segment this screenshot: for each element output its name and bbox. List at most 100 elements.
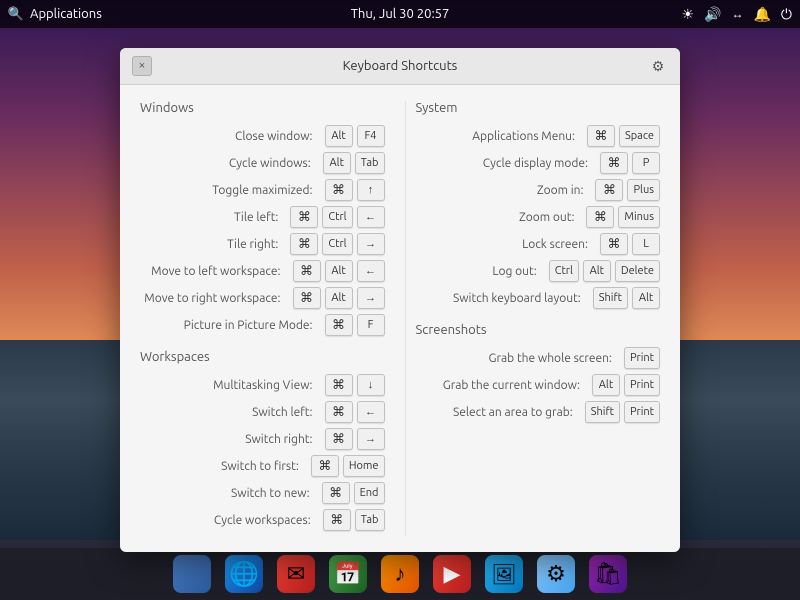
key-l: L: [632, 233, 660, 255]
dialog-content: Windows Close window: Alt F4 Cycle windo…: [120, 85, 680, 552]
key-f: F: [357, 314, 385, 336]
shortcut-row: Move to right workspace: ⌘ Alt →: [140, 287, 385, 309]
shortcut-label: Zoom in:: [416, 184, 592, 197]
key-super: ⌘: [325, 428, 353, 450]
key-p: P: [632, 152, 660, 174]
shortcut-label: Grab the current window:: [416, 379, 588, 392]
shortcut-row: Zoom in: ⌘ Plus: [416, 179, 661, 201]
key-ctrl: Ctrl: [322, 206, 352, 228]
key-super: ⌘: [586, 206, 614, 228]
dialog-backdrop: × Keyboard Shortcuts ⚙ Windows Close win…: [0, 0, 800, 600]
shortcut-row: Applications Menu: ⌘ Space: [416, 125, 661, 147]
key-right: →: [357, 428, 385, 450]
key-right: →: [357, 287, 385, 309]
keyboard-shortcuts-dialog: × Keyboard Shortcuts ⚙ Windows Close win…: [120, 48, 680, 552]
shortcut-label: Close window:: [140, 130, 321, 143]
shortcut-row: Multitasking View: ⌘ ↓: [140, 374, 385, 396]
shortcut-row: Switch right: ⌘ →: [140, 428, 385, 450]
screenshots-section: Screenshots Grab the whole screen: Print…: [416, 323, 661, 423]
key-super: ⌘: [595, 179, 623, 201]
shortcut-row: Grab the current window: Alt Print: [416, 374, 661, 396]
shortcut-row: Switch keyboard layout: Shift Alt: [416, 287, 661, 309]
key-down: ↓: [357, 374, 385, 396]
shortcut-row: Cycle windows: Alt Tab: [140, 152, 385, 174]
shortcut-label: Tile left:: [140, 211, 286, 224]
shortcut-row: Switch left: ⌘ ←: [140, 401, 385, 423]
shortcut-label: Move to right workspace:: [140, 292, 289, 305]
key-super: ⌘: [293, 260, 321, 282]
key-left: ←: [357, 260, 385, 282]
shortcut-row: Grab the whole screen: Print: [416, 347, 661, 369]
key-ctrl: Ctrl: [322, 233, 352, 255]
shortcut-row: Tile left: ⌘ Ctrl ←: [140, 206, 385, 228]
shortcut-label: Grab the whole screen:: [416, 352, 620, 365]
shortcut-row: Cycle display mode: ⌘ P: [416, 152, 661, 174]
shortcut-row: Cycle workspaces: ⌘ Tab: [140, 509, 385, 531]
windows-section: Windows Close window: Alt F4 Cycle windo…: [140, 101, 385, 336]
shortcut-row: Select an area to grab: Shift Print: [416, 401, 661, 423]
key-super: ⌘: [322, 482, 350, 504]
key-plus: Plus: [627, 179, 660, 201]
key-minus: Minus: [618, 206, 660, 228]
key-left: ←: [357, 401, 385, 423]
shortcut-row: Switch to first: ⌘ Home: [140, 455, 385, 477]
key-print: Print: [624, 347, 660, 369]
shortcut-label: Switch to first:: [140, 460, 307, 473]
key-tab: Tab: [355, 509, 385, 531]
workspaces-section: Workspaces Multitasking View: ⌘ ↓ Switch…: [140, 350, 385, 531]
key-super: ⌘: [325, 179, 353, 201]
shortcut-row: Switch to new: ⌘ End: [140, 482, 385, 504]
key-left: ←: [357, 206, 385, 228]
key-shift: Shift: [593, 287, 628, 309]
system-heading: System: [416, 101, 661, 115]
key-alt: Alt: [325, 125, 353, 147]
shortcut-row: Log out: Ctrl Alt Delete: [416, 260, 661, 282]
shortcut-label: Switch keyboard layout:: [416, 292, 589, 305]
dialog-titlebar: × Keyboard Shortcuts ⚙: [120, 48, 680, 85]
shortcut-label: Select an area to grab:: [416, 406, 581, 419]
shortcut-label: Switch right:: [140, 433, 321, 446]
key-super: ⌘: [587, 125, 615, 147]
key-space: Space: [619, 125, 660, 147]
workspaces-heading: Workspaces: [140, 350, 385, 364]
shortcut-row: Move to left workspace: ⌘ Alt ←: [140, 260, 385, 282]
key-alt: Alt: [323, 152, 351, 174]
key-delete: Delete: [615, 260, 660, 282]
shortcut-label: Picture in Picture Mode:: [140, 319, 321, 332]
key-home: Home: [343, 455, 385, 477]
shortcut-row: Close window: Alt F4: [140, 125, 385, 147]
key-right: →: [357, 233, 385, 255]
key-super: ⌘: [293, 287, 321, 309]
shortcut-row: Picture in Picture Mode: ⌘ F: [140, 314, 385, 336]
shortcut-label: Switch left:: [140, 406, 321, 419]
shortcut-row: Toggle maximized: ⌘ ↑: [140, 179, 385, 201]
key-shift: Shift: [585, 401, 620, 423]
shortcut-label: Move to left workspace:: [140, 265, 289, 278]
key-f4: F4: [357, 125, 385, 147]
key-super: ⌘: [325, 314, 353, 336]
left-column: Windows Close window: Alt F4 Cycle windo…: [140, 101, 405, 536]
key-alt: Alt: [632, 287, 660, 309]
dialog-close-button[interactable]: ×: [132, 56, 152, 76]
system-section: System Applications Menu: ⌘ Space Cycle …: [416, 101, 661, 309]
key-ctrl: Ctrl: [549, 260, 579, 282]
dialog-gear-button[interactable]: ⚙: [648, 56, 668, 76]
shortcut-label: Switch to new:: [140, 487, 318, 500]
shortcut-label: Lock screen:: [416, 238, 597, 251]
shortcut-label: Applications Menu:: [416, 130, 583, 143]
key-super: ⌘: [290, 206, 318, 228]
shortcut-label: Log out:: [416, 265, 545, 278]
shortcut-row: Lock screen: ⌘ L: [416, 233, 661, 255]
windows-heading: Windows: [140, 101, 385, 115]
key-alt: Alt: [325, 260, 353, 282]
shortcut-label: Multitasking View:: [140, 379, 321, 392]
key-print: Print: [624, 374, 660, 396]
key-up: ↑: [357, 179, 385, 201]
right-column: System Applications Menu: ⌘ Space Cycle …: [405, 101, 661, 536]
shortcut-row: Zoom out: ⌘ Minus: [416, 206, 661, 228]
key-alt: Alt: [583, 260, 611, 282]
key-end: End: [354, 482, 385, 504]
shortcut-label: Tile right:: [140, 238, 286, 251]
key-super: ⌘: [323, 509, 351, 531]
shortcut-label: Cycle display mode:: [416, 157, 597, 170]
